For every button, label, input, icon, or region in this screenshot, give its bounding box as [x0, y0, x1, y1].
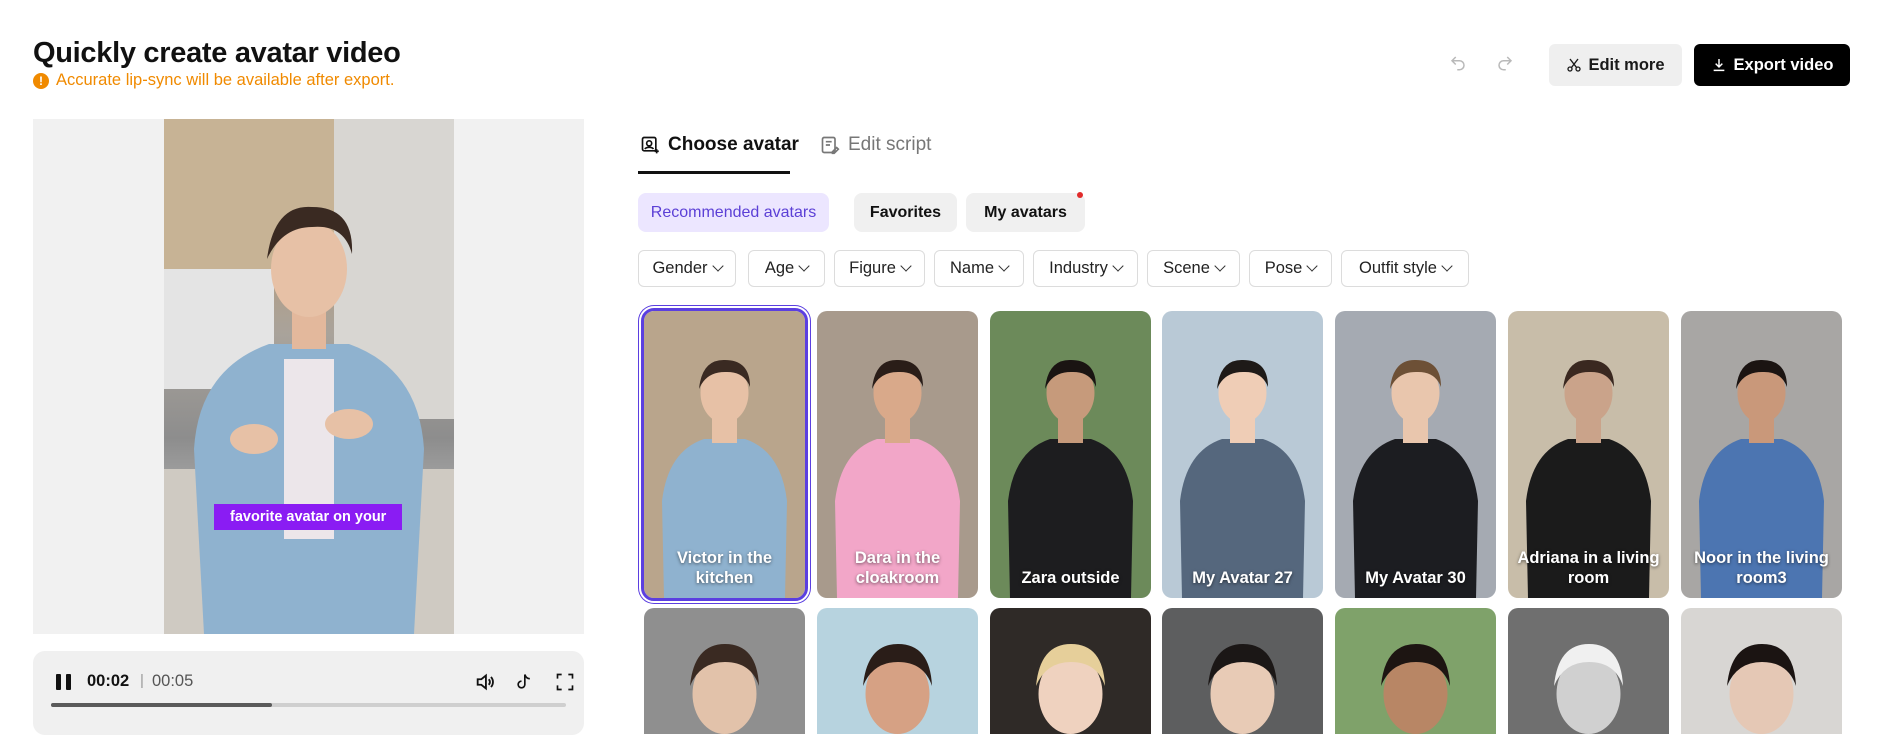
- redo-button[interactable]: [1494, 52, 1516, 74]
- fullscreen-icon: [556, 673, 574, 691]
- progress-fill: [51, 703, 273, 707]
- avatar-card-label: My Avatar 30: [1365, 569, 1466, 588]
- avatar-card-label: Dara in the cloakroom: [854, 549, 941, 588]
- export-video-label: Export video: [1733, 55, 1834, 74]
- filter-figure[interactable]: Figure: [834, 250, 925, 287]
- fullscreen-button[interactable]: [553, 670, 577, 694]
- filter-figure-label: Figure: [849, 259, 896, 277]
- download-icon: [1713, 59, 1724, 72]
- total-time: 00:05: [152, 672, 194, 690]
- filter-outfit-style-label: Outfit style: [1359, 259, 1437, 277]
- avatar-card-label: Noor in the living room3: [1694, 549, 1829, 588]
- redo-icon: [1498, 56, 1513, 71]
- category-recommended-avatars[interactable]: Recommended avatars: [638, 193, 829, 232]
- progress-bar[interactable]: [51, 703, 566, 707]
- filter-scene-label: Scene: [1163, 259, 1210, 277]
- filter-name[interactable]: Name: [934, 250, 1024, 287]
- warning-icon: !: [33, 72, 49, 89]
- avatar-card[interactable]: [1508, 608, 1669, 734]
- chevron-down-icon: [1306, 260, 1318, 272]
- avatar-card[interactable]: [644, 608, 805, 734]
- filter-industry-label: Industry: [1049, 259, 1108, 277]
- pause-button[interactable]: [53, 671, 73, 693]
- page-title: Quickly create avatar video: [33, 37, 401, 69]
- filter-outfit-style[interactable]: Outfit style: [1341, 250, 1469, 287]
- player-controls: 00:02 | 00:05: [33, 651, 584, 735]
- category-my-avatars[interactable]: My avatars: [966, 193, 1085, 232]
- avatar-card-label: Zara outside: [1021, 569, 1120, 588]
- filter-gender-label: Gender: [652, 259, 708, 277]
- filter-age-label: Age: [764, 259, 795, 277]
- chevron-down-icon: [1441, 260, 1453, 272]
- volume-icon: [476, 673, 494, 691]
- avatar-card[interactable]: Zara outside: [990, 311, 1151, 598]
- filter-age[interactable]: Age: [748, 250, 825, 287]
- tab-edit-script[interactable]: Edit script: [820, 134, 931, 156]
- avatar-card[interactable]: Noor in the living room3: [1681, 311, 1842, 598]
- tiktok-button[interactable]: [512, 670, 536, 694]
- subtitle-caption: favorite avatar on your: [214, 504, 403, 530]
- filter-scene[interactable]: Scene: [1147, 250, 1240, 287]
- filter-pose[interactable]: Pose: [1249, 250, 1332, 287]
- edit-more-button[interactable]: Edit more: [1549, 44, 1682, 86]
- tiktok-icon: [517, 674, 530, 689]
- avatar-card[interactable]: [1335, 608, 1496, 734]
- video-preview[interactable]: favorite avatar on your: [33, 119, 584, 634]
- filter-industry[interactable]: Industry: [1033, 250, 1138, 287]
- tab-edit-script-label: Edit script: [848, 134, 932, 155]
- filter-pose-label: Pose: [1264, 259, 1303, 277]
- avatar-card[interactable]: Dara in the cloakroom: [817, 311, 978, 598]
- undo-icon: [1450, 56, 1465, 71]
- avatar-card-label: My Avatar 27: [1192, 569, 1293, 588]
- chevron-down-icon: [798, 260, 810, 272]
- chevron-down-icon: [998, 260, 1010, 272]
- avatar-card[interactable]: [1681, 608, 1842, 734]
- avatar-card[interactable]: [1162, 608, 1323, 734]
- avatar-card[interactable]: Adriana in a living room: [1508, 311, 1669, 598]
- tab-choose-avatar-label: Choose avatar: [668, 134, 799, 155]
- scissors-icon: [1567, 58, 1582, 72]
- volume-button[interactable]: [473, 670, 497, 694]
- avatar-card[interactable]: My Avatar 27: [1162, 311, 1323, 598]
- script-icon: [821, 136, 840, 155]
- filter-name-label: Name: [949, 259, 994, 277]
- chevron-down-icon: [900, 260, 912, 272]
- video-frame: favorite avatar on your: [164, 119, 454, 634]
- avatar-card[interactable]: Victor in the kitchen: [641, 308, 808, 601]
- chevron-down-icon: [1112, 260, 1124, 272]
- time-separator: |: [140, 672, 144, 689]
- avatar-figure-illustration: [164, 119, 454, 634]
- current-time: 00:02: [87, 672, 130, 690]
- lip-sync-warning: ! Accurate lip-sync will be available af…: [33, 71, 394, 90]
- tab-choose-avatar[interactable]: Choose avatar: [640, 134, 799, 156]
- active-tab-indicator: [638, 171, 790, 174]
- avatar-card[interactable]: [817, 608, 978, 734]
- filter-gender[interactable]: Gender: [638, 250, 736, 287]
- avatar-card-label: Victor in the kitchen: [676, 549, 773, 588]
- chevron-down-icon: [711, 260, 724, 272]
- avatar-card-icon: [641, 136, 659, 154]
- notification-dot: [1077, 192, 1083, 198]
- chevron-down-icon: [1214, 260, 1226, 272]
- avatar-card-label: Adriana in a living room: [1517, 549, 1660, 588]
- category-favorites[interactable]: Favorites: [854, 193, 957, 232]
- warning-text: Accurate lip-sync will be available afte…: [56, 71, 395, 89]
- export-video-button[interactable]: Export video: [1694, 44, 1850, 86]
- avatar-card[interactable]: [990, 608, 1151, 734]
- edit-more-label: Edit more: [1588, 55, 1665, 74]
- undo-button[interactable]: [1447, 52, 1469, 74]
- avatar-card[interactable]: My Avatar 30: [1335, 311, 1496, 598]
